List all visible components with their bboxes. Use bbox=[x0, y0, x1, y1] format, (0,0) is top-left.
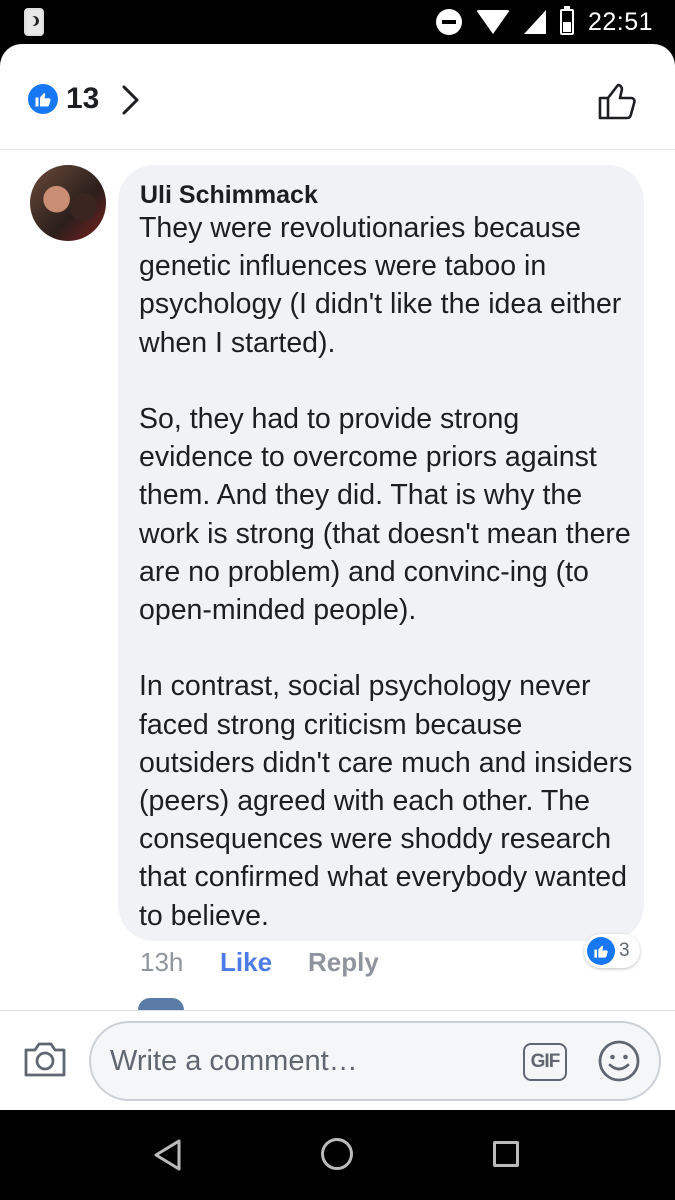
comment-text: They were revolutionaries because geneti… bbox=[139, 212, 633, 932]
comment-actions: 13h Like Reply bbox=[140, 944, 379, 980]
navigation-bar bbox=[0, 1110, 675, 1200]
wifi-icon bbox=[475, 10, 510, 34]
author-name[interactable]: Uli Schimmack bbox=[140, 181, 318, 210]
moon-notification-icon bbox=[24, 8, 44, 36]
like-outline-icon[interactable] bbox=[597, 80, 639, 122]
reactions-header[interactable]: 13 bbox=[0, 44, 675, 150]
signal-icon bbox=[523, 10, 546, 34]
status-icons: 22:51 bbox=[435, 6, 653, 36]
comment-bubble: Uli Schimmack They were revolutionaries … bbox=[118, 165, 644, 941]
comment-composer: Write a comment… GIF bbox=[0, 1010, 675, 1110]
emoji-icon[interactable] bbox=[597, 1039, 641, 1083]
comment-timestamp: 13h bbox=[140, 946, 184, 977]
recents-icon[interactable] bbox=[493, 1141, 519, 1167]
next-comment-avatar bbox=[138, 998, 184, 1010]
like-badge-icon bbox=[28, 84, 58, 114]
status-time: 22:51 bbox=[587, 7, 653, 36]
do-not-disturb-icon bbox=[435, 9, 462, 35]
reply-button[interactable]: Reply bbox=[308, 947, 379, 978]
like-badge-icon bbox=[587, 937, 615, 965]
comment-reaction-count: 3 bbox=[619, 940, 630, 961]
chevron-right-icon[interactable] bbox=[120, 84, 142, 116]
gif-icon[interactable]: GIF bbox=[523, 1043, 567, 1081]
comment-placeholder: Write a comment… bbox=[110, 1045, 358, 1077]
reaction-count[interactable]: 13 bbox=[66, 82, 99, 116]
camera-icon[interactable] bbox=[22, 1039, 68, 1079]
comment-reaction-badge[interactable]: 3 bbox=[584, 934, 640, 968]
avatar[interactable] bbox=[30, 165, 106, 241]
home-icon[interactable] bbox=[321, 1138, 353, 1170]
like-button[interactable]: Like bbox=[220, 947, 308, 978]
status-bar: 22:51 bbox=[0, 0, 675, 44]
back-icon[interactable] bbox=[152, 1138, 184, 1172]
comment-input[interactable]: Write a comment… GIF bbox=[89, 1021, 661, 1101]
comments-sheet: 13 Uli Schimmack They were revolutionari… bbox=[0, 44, 675, 1110]
battery-icon bbox=[559, 6, 574, 35]
